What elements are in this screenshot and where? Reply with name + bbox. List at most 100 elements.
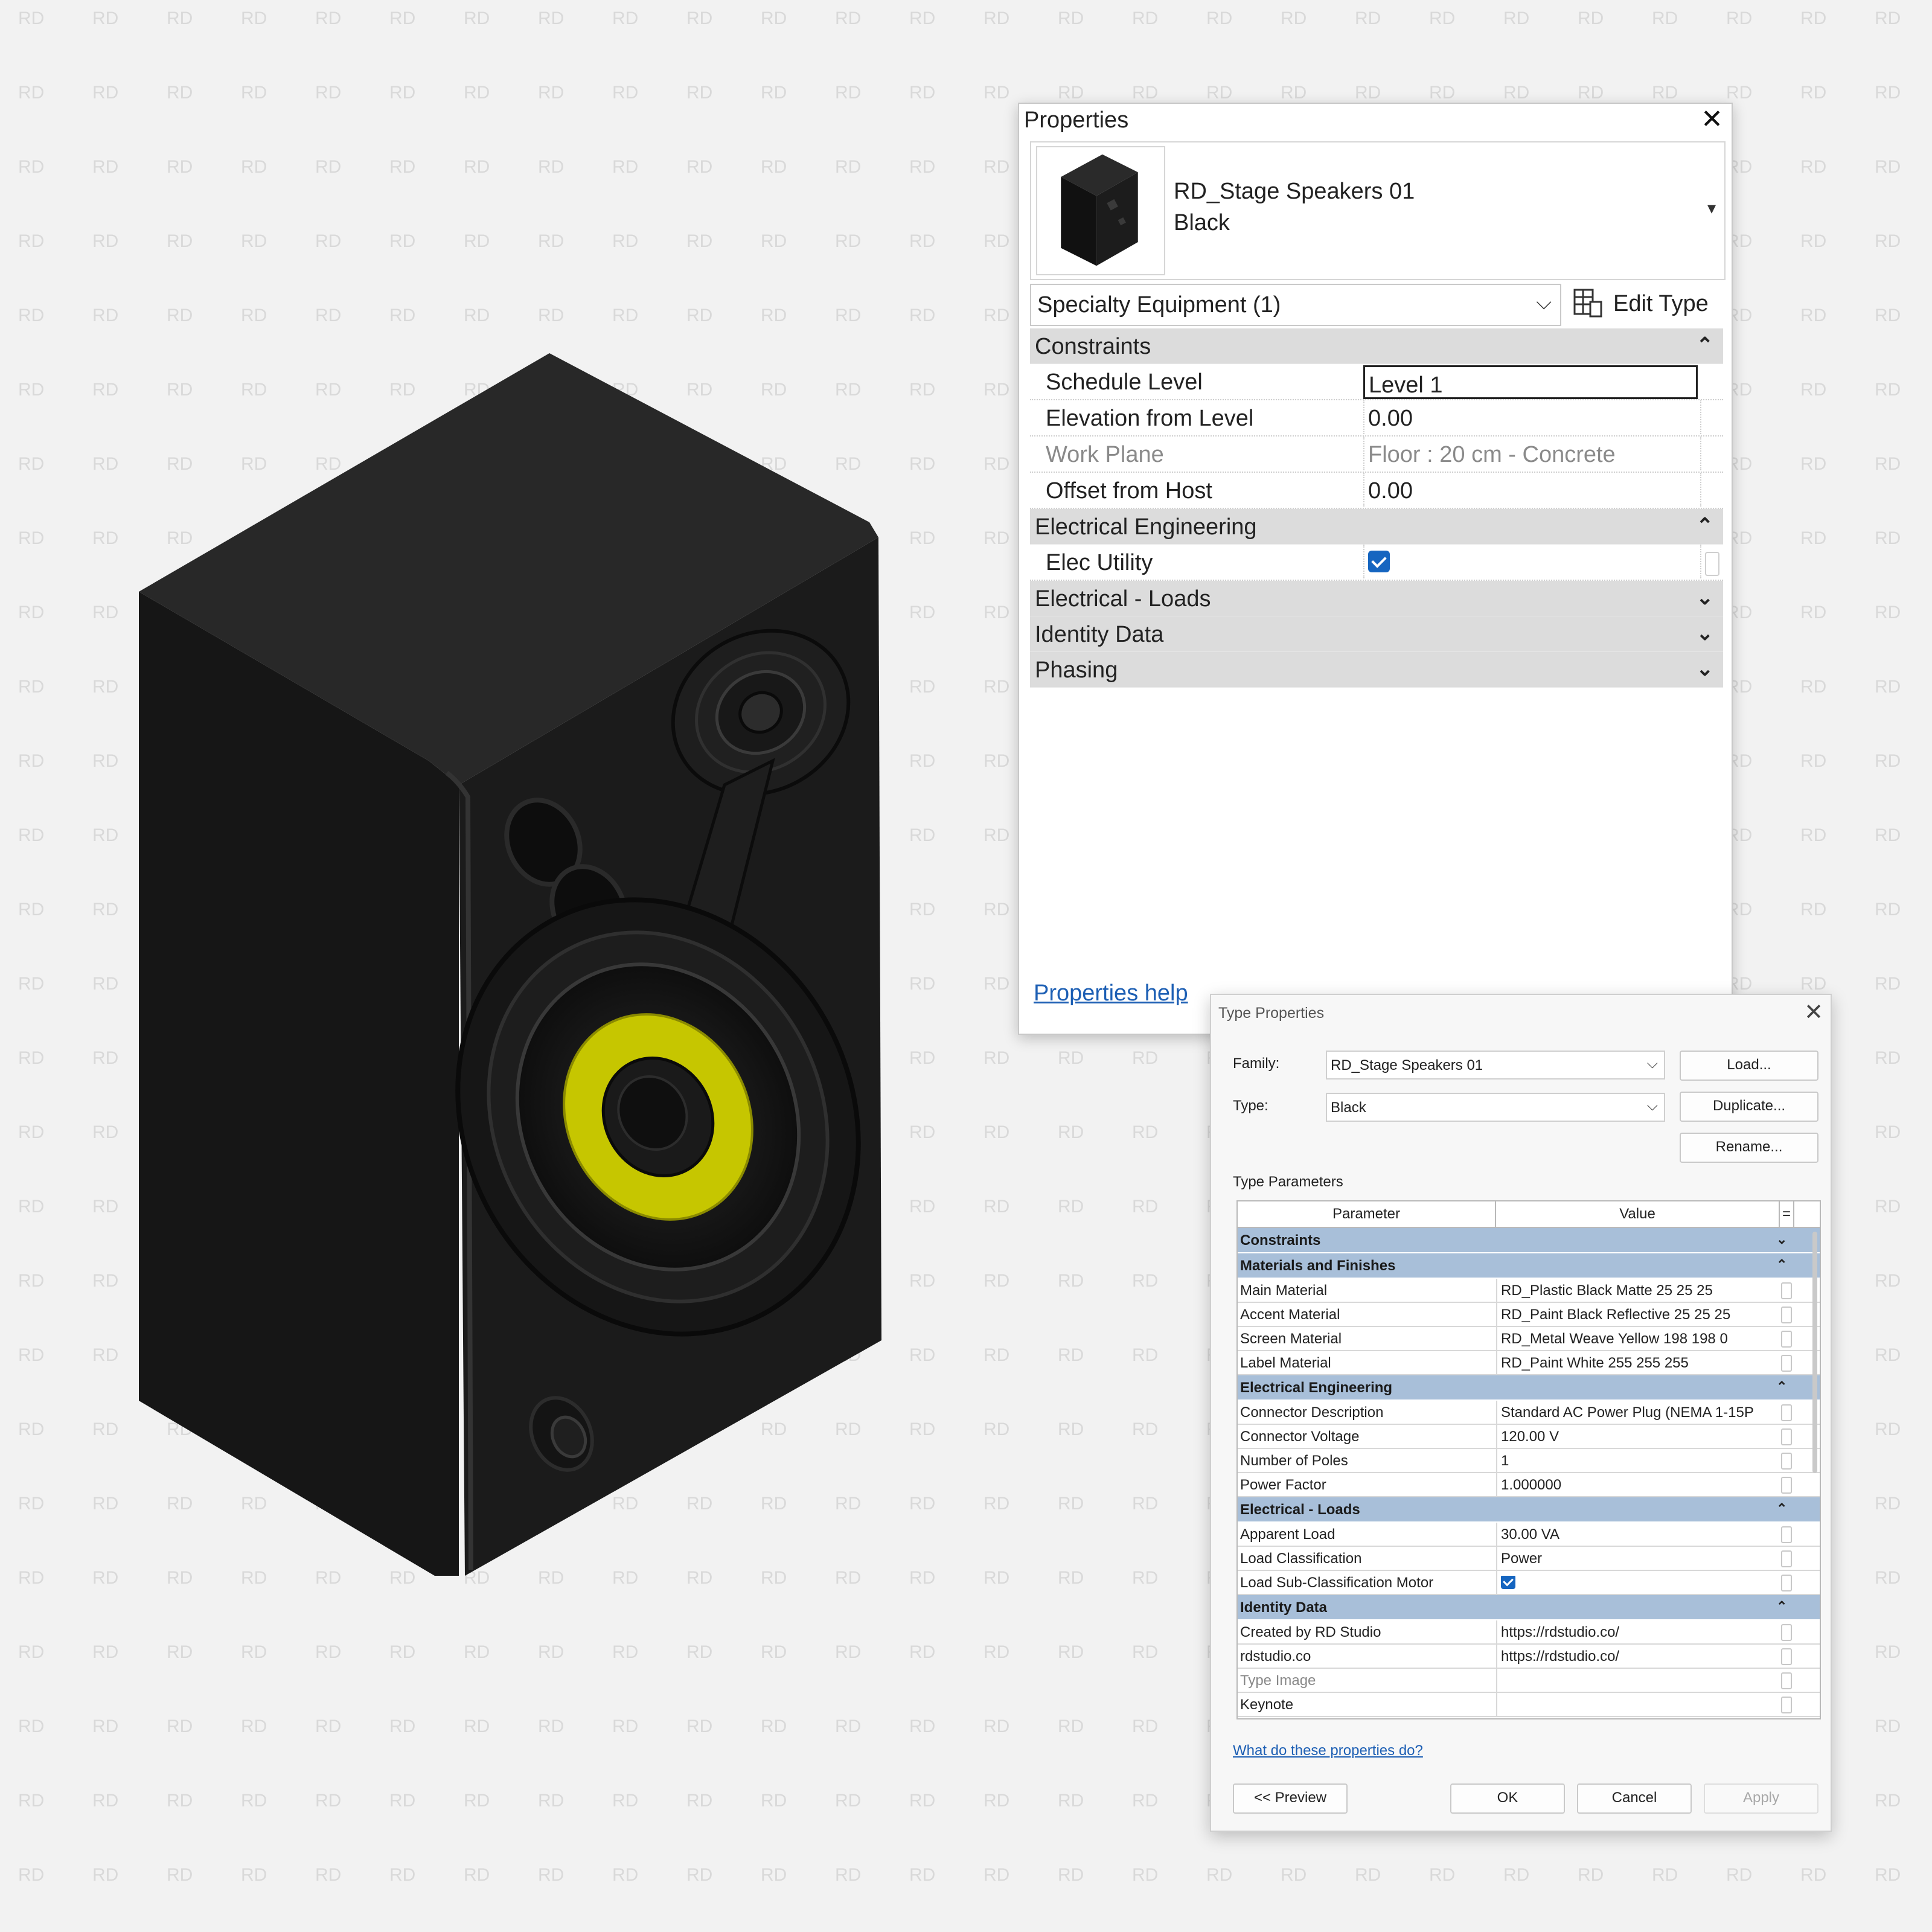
associate-parameter-button[interactable] <box>1781 1282 1792 1299</box>
elevation-from-level-field[interactable]: 0.00 <box>1363 400 1701 434</box>
elec-utility-checkbox[interactable] <box>1368 551 1390 572</box>
group-electrical-engineering[interactable]: Electrical Engineering ⌃ <box>1238 1375 1820 1401</box>
keynote-field[interactable] <box>1496 1693 1779 1716</box>
watermark-text: RD <box>18 1716 44 1736</box>
group-electrical-engineering[interactable]: Electrical Engineering ⌃ <box>1030 509 1723 545</box>
associate-parameter-button[interactable] <box>1781 1697 1792 1713</box>
watermark-text: RD <box>18 1791 44 1811</box>
parameter-column-header[interactable]: Parameter <box>1238 1201 1496 1227</box>
label-material-field[interactable]: RD_Paint White 255 255 255 <box>1496 1351 1779 1374</box>
group-phasing[interactable]: Phasing ⌄ <box>1030 652 1723 688</box>
group-electrical-loads[interactable]: Electrical - Loads ⌄ <box>1030 581 1723 616</box>
screen-material-field[interactable]: RD_Metal Weave Yellow 198 198 0 <box>1496 1327 1779 1350</box>
schedule-level-field[interactable]: Level 1 <box>1363 365 1698 399</box>
watermark-text: RD <box>241 8 267 28</box>
collapse-icon[interactable]: ⌃ <box>1776 1379 1787 1395</box>
connector-description-field[interactable]: Standard AC Power Plug (NEMA 1-15P <box>1496 1401 1779 1424</box>
properties-help-link[interactable]: Properties help <box>1034 980 1188 1006</box>
offset-from-host-field[interactable]: 0.00 <box>1363 473 1701 507</box>
watermark-text: RD <box>464 1642 490 1662</box>
created-by-field[interactable]: https://rdstudio.co/ <box>1496 1620 1779 1643</box>
collapse-icon[interactable]: ⌃ <box>1776 1501 1787 1517</box>
group-identity-data[interactable]: Identity Data ⌃ <box>1238 1595 1820 1620</box>
close-icon[interactable]: ✕ <box>1804 999 1823 1026</box>
type-selector-arrow-icon[interactable]: ▾ <box>1707 198 1716 218</box>
associate-parameter-button[interactable] <box>1781 1428 1792 1445</box>
grid-scrollbar[interactable] <box>1812 1232 1817 1473</box>
main-material-field[interactable]: RD_Plastic Black Matte 25 25 25 <box>1496 1279 1779 1302</box>
ok-button[interactable]: OK <box>1450 1783 1565 1814</box>
family-dropdown[interactable]: RD_Stage Speakers 01 ⌵ <box>1326 1051 1665 1080</box>
watermark-text: RD <box>464 157 490 177</box>
watermark-text: RD <box>18 380 44 400</box>
associate-parameter-button[interactable] <box>1781 1648 1792 1665</box>
power-factor-field[interactable]: 1.000000 <box>1496 1473 1779 1496</box>
formula-column-header[interactable]: = <box>1779 1201 1794 1227</box>
type-selector[interactable]: RD_Stage Speakers 01 Black ▾ <box>1030 141 1726 280</box>
associate-parameter-button[interactable] <box>1781 1355 1792 1372</box>
watermark-text: RD <box>909 1865 935 1885</box>
watermark-text: RD <box>835 157 861 177</box>
associate-parameter-button[interactable] <box>1781 1331 1792 1348</box>
group-materials-and-finishes[interactable]: Materials and Finishes ⌃ <box>1238 1253 1820 1279</box>
watermark-text: RD <box>241 83 267 103</box>
type-dropdown[interactable]: Black ⌵ <box>1326 1093 1665 1122</box>
preview-button[interactable]: << Preview <box>1233 1783 1348 1814</box>
collapse-icon[interactable]: ⌃ <box>1697 333 1714 357</box>
watermark-text: RD <box>18 1494 44 1514</box>
type-image-field[interactable] <box>1496 1669 1779 1692</box>
associate-parameter-button[interactable] <box>1781 1550 1792 1567</box>
watermark-text: RD <box>1875 1271 1901 1291</box>
watermark-text: RD <box>241 305 267 325</box>
associate-parameter-button[interactable] <box>1705 552 1719 576</box>
apply-button[interactable]: Apply <box>1704 1783 1818 1814</box>
watermark-text: RD <box>1578 1865 1604 1885</box>
cancel-button[interactable]: Cancel <box>1577 1783 1692 1814</box>
type-value: Black <box>1331 1099 1366 1116</box>
watermark-text: RD <box>92 900 118 920</box>
watermark-text: RD <box>909 1568 935 1588</box>
associate-parameter-button[interactable] <box>1781 1307 1792 1323</box>
associate-parameter-button[interactable] <box>1781 1526 1792 1543</box>
associate-parameter-button[interactable] <box>1781 1672 1792 1689</box>
watermark-text: RD <box>909 603 935 622</box>
collapse-icon[interactable]: ⌃ <box>1697 514 1714 538</box>
expand-icon[interactable]: ⌄ <box>1697 621 1714 645</box>
connector-voltage-field[interactable]: 120.00 V <box>1496 1425 1779 1448</box>
expand-icon[interactable]: ⌄ <box>1776 1232 1787 1247</box>
collapse-icon[interactable]: ⌃ <box>1776 1599 1787 1614</box>
param-row-keynote: Keynote <box>1238 1693 1820 1717</box>
properties-help-link[interactable]: What do these properties do? <box>1233 1742 1423 1759</box>
group-identity-data[interactable]: Identity Data ⌄ <box>1030 616 1723 652</box>
expand-icon[interactable]: ⌄ <box>1697 657 1714 681</box>
load-button[interactable]: Load... <box>1680 1051 1818 1081</box>
category-dropdown[interactable]: Specialty Equipment (1) ⌵ <box>1030 284 1561 326</box>
motor-checkbox[interactable] <box>1501 1576 1515 1589</box>
watermark-text: RD <box>92 1716 118 1736</box>
collapse-icon[interactable]: ⌃ <box>1776 1257 1787 1273</box>
group-constraints[interactable]: Constraints ⌃ <box>1030 328 1723 364</box>
associate-parameter-button[interactable] <box>1781 1624 1792 1641</box>
param-name: Screen Material <box>1240 1331 1342 1347</box>
associate-parameter-button[interactable] <box>1781 1453 1792 1470</box>
accent-material-field[interactable]: RD_Paint Black Reflective 25 25 25 <box>1496 1303 1779 1326</box>
duplicate-button[interactable]: Duplicate... <box>1680 1092 1818 1122</box>
watermark-text: RD <box>984 1568 1009 1588</box>
associate-parameter-button[interactable] <box>1781 1477 1792 1494</box>
group-electrical-loads[interactable]: Electrical - Loads ⌃ <box>1238 1497 1820 1523</box>
number-of-poles-field[interactable]: 1 <box>1496 1449 1779 1472</box>
group-constraints[interactable]: Constraints ⌄ <box>1238 1228 1820 1253</box>
watermark-text: RD <box>1726 8 1752 28</box>
watermark-text: RD <box>761 231 787 251</box>
associate-parameter-button[interactable] <box>1781 1575 1792 1591</box>
close-icon[interactable]: ✕ <box>1701 106 1723 133</box>
associate-parameter-button[interactable] <box>1781 1404 1792 1421</box>
rename-button[interactable]: Rename... <box>1680 1133 1818 1163</box>
watermark-text: RD <box>1058 1494 1084 1514</box>
load-classification-field[interactable]: Power <box>1496 1547 1779 1570</box>
expand-icon[interactable]: ⌄ <box>1697 586 1714 610</box>
apparent-load-field[interactable]: 30.00 VA <box>1496 1523 1779 1546</box>
param-row-power-factor: Power Factor 1.000000 <box>1238 1473 1820 1497</box>
value-column-header[interactable]: Value <box>1496 1201 1779 1227</box>
rdstudio-field[interactable]: https://rdstudio.co/ <box>1496 1645 1779 1668</box>
